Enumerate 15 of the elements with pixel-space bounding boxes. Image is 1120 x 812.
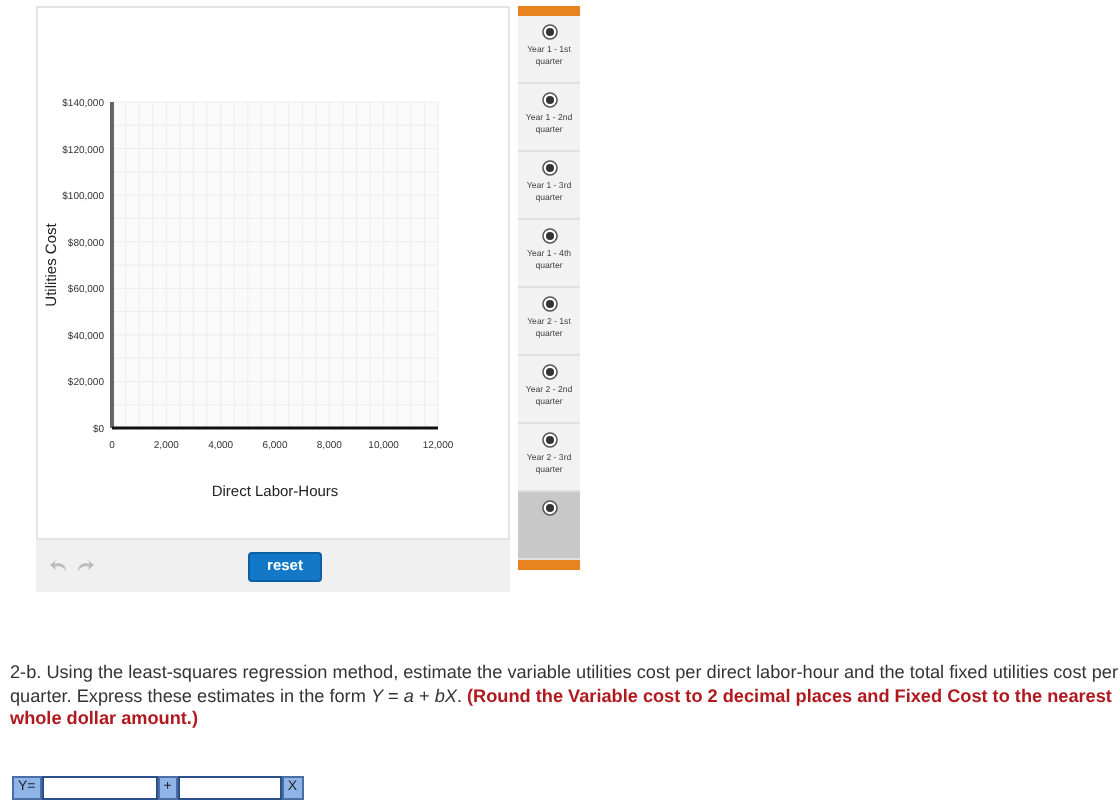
redo-icon[interactable]: [76, 558, 94, 574]
radio-icon: [541, 228, 557, 244]
radio-icon: [541, 364, 557, 380]
radio-icon: [541, 296, 557, 312]
undo-icon[interactable]: [50, 558, 68, 574]
slope-field[interactable]: [177, 776, 282, 800]
radio-icon: [541, 500, 557, 516]
radio-icon: [541, 432, 557, 448]
intercept-field[interactable]: [41, 776, 158, 800]
radio-icon: [541, 160, 557, 176]
radio-icon: [541, 24, 557, 40]
scroll-up-bar[interactable]: [518, 6, 580, 16]
question-text: 2-b. Using the least-squares regression method, estimate the variable utilities cost per direct labor-hour and the total fixed utilities cost per quarter. Express these estimates in the form Y = a + bX. (Round the Variable cost to 2 decimal places and Fixed Cost to the nearest whole dollar amount.): [10, 662, 1118, 731]
point-item[interactable]: [518, 492, 580, 560]
radio-icon: [541, 92, 557, 108]
